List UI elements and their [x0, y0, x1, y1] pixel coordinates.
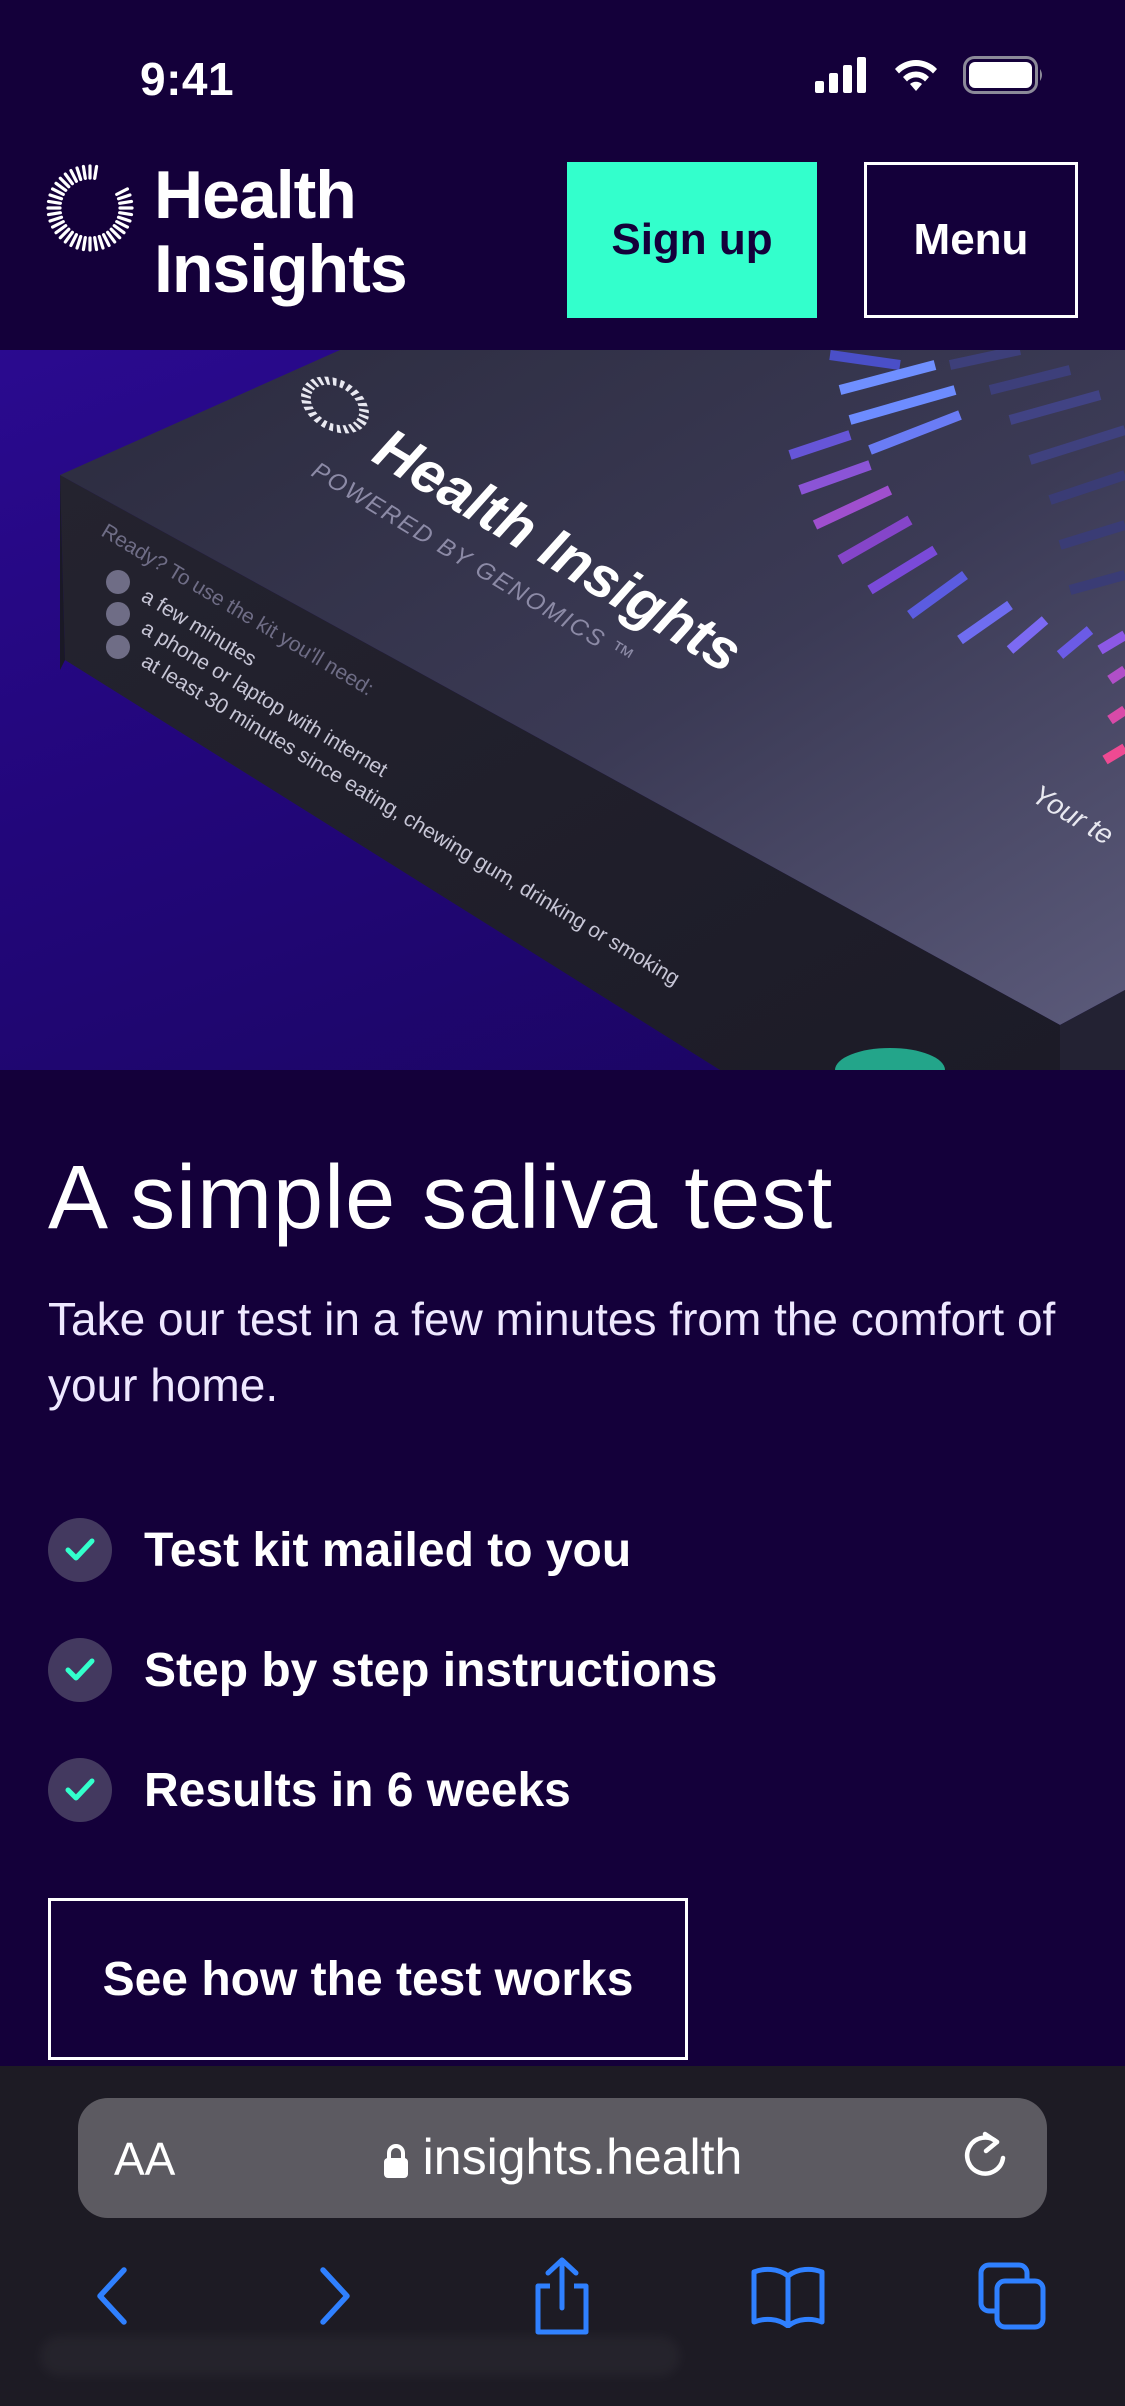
- logo-tick: [116, 193, 132, 201]
- chevron-right-icon: [320, 2267, 350, 2325]
- list-item: Test kit mailed to you: [48, 1490, 1078, 1610]
- checkmark-icon: [48, 1758, 112, 1822]
- blurred-bottom-area: [40, 2336, 680, 2376]
- list-item: Results in 6 weeks: [48, 1730, 1078, 1850]
- feature-label: Step by step instructions: [144, 1643, 718, 1697]
- browser-toolbar: AA insights.health: [0, 2066, 1125, 2406]
- logo-tick: [69, 168, 78, 183]
- share-button[interactable]: [512, 2246, 612, 2346]
- tabs-icon: [978, 2262, 1046, 2330]
- main-content: A simple saliva test Take our test in a …: [48, 1070, 1078, 2060]
- tabs-button[interactable]: [962, 2246, 1062, 2346]
- logo-tick: [97, 234, 105, 250]
- logo-tick: [48, 193, 64, 201]
- chevron-left-icon: [97, 2267, 127, 2325]
- lock-icon: [383, 2143, 408, 2178]
- hero-product-image: Health Insights POWERED BY GENOMICS ™ Re…: [0, 350, 1125, 1070]
- brand-name-line1: Health: [154, 157, 357, 233]
- test-kit-box-illustration: Health Insights POWERED BY GENOMICS ™ Re…: [60, 350, 1125, 1070]
- loading-ring-logo-icon: [46, 164, 134, 252]
- site-header: Health Insights Sign up Menu: [0, 150, 1125, 350]
- logo-tick: [69, 233, 78, 248]
- logo-tick: [75, 234, 83, 250]
- logo-tick: [46, 211, 62, 217]
- logo-tick: [118, 199, 134, 205]
- url-text: insights.health: [422, 2129, 743, 2185]
- reload-icon[interactable]: [957, 2128, 1013, 2184]
- bookmarks-button[interactable]: [738, 2246, 838, 2346]
- logo-tick: [115, 220, 130, 229]
- logo-tick: [75, 166, 83, 182]
- cellular-signal-icon: [815, 57, 866, 93]
- share-icon: [535, 2257, 589, 2335]
- status-icons: [815, 56, 1045, 94]
- list-item: Step by step instructions: [48, 1610, 1078, 1730]
- wifi-icon: [895, 60, 937, 91]
- checkmark-icon: [48, 1638, 112, 1702]
- logo-tick: [81, 164, 87, 180]
- logo-tick: [93, 236, 99, 252]
- feature-list: Test kit mailed to you Step by step inst…: [48, 1490, 1078, 1850]
- logo-tick: [115, 187, 130, 196]
- brand-logo[interactable]: Health Insights: [46, 157, 408, 307]
- menu-button[interactable]: Menu: [864, 162, 1078, 318]
- address-bar[interactable]: AA insights.health: [78, 2098, 1047, 2218]
- page-subtitle: Take our test in a few minutes from the …: [48, 1293, 1056, 1411]
- page-title: A simple saliva test: [48, 1148, 834, 1248]
- logo-tick: [118, 211, 134, 217]
- checkmark-icon: [48, 1518, 112, 1582]
- status-time: 9:41: [140, 53, 235, 105]
- feature-label: Results in 6 weeks: [144, 1763, 571, 1817]
- forward-button[interactable]: [285, 2246, 385, 2346]
- brand-name: Health Insights: [154, 157, 408, 307]
- logo-tick: [50, 187, 65, 196]
- url-display[interactable]: insights.health: [78, 2128, 1047, 2186]
- logo-tick: [48, 215, 64, 223]
- feature-label: Test kit mailed to you: [144, 1523, 632, 1577]
- logo-tick: [81, 236, 87, 252]
- see-how-it-works-button[interactable]: See how the test works: [48, 1898, 688, 2060]
- battery-icon: [963, 56, 1042, 94]
- logo-tick: [93, 164, 99, 180]
- brand-name-line2: Insights: [154, 231, 408, 307]
- back-button[interactable]: [62, 2246, 162, 2346]
- logo-tick: [102, 233, 111, 248]
- signup-button[interactable]: Sign up: [567, 162, 817, 318]
- logo-tick: [116, 215, 132, 223]
- logo-tick: [50, 220, 65, 229]
- book-icon: [751, 2266, 825, 2328]
- logo-tick: [46, 199, 62, 205]
- status-bar: 9:41: [0, 0, 1125, 150]
